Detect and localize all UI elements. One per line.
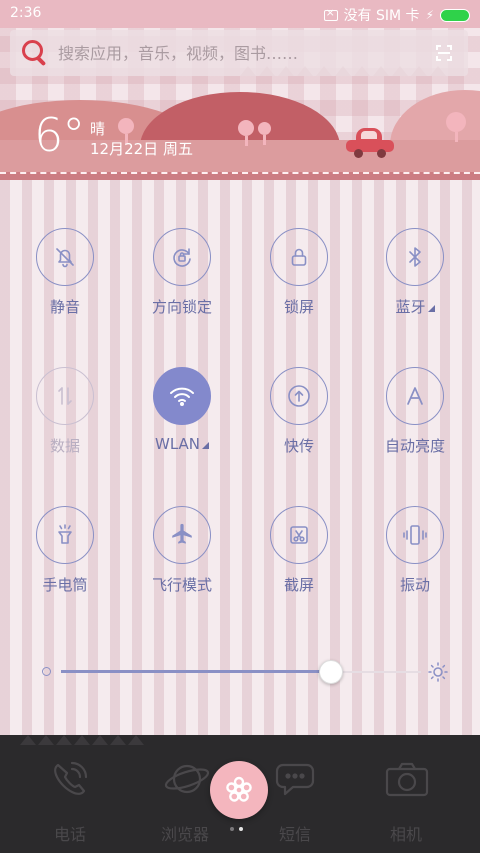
toggle-mobile-data[interactable]: 数据 [10, 367, 120, 477]
weather-date[interactable]: 12月22日 周五 [90, 138, 193, 159]
car-icon [346, 128, 394, 158]
dock-app-browser-label: 浏览器 [160, 825, 209, 844]
tree-icon [238, 120, 254, 146]
brightness-fill [61, 670, 331, 673]
battery-icon [440, 8, 470, 22]
quick-share-icon [270, 367, 328, 425]
toggle-airplane-mode[interactable]: 飞行模式 [127, 506, 237, 616]
mute-bell-icon [36, 228, 94, 286]
auto-brightness-icon [386, 367, 444, 425]
toggle-bluetooth[interactable]: 蓝牙 [360, 228, 470, 338]
dock-app-phone[interactable]: 电话 [30, 755, 110, 845]
scan-icon[interactable] [436, 45, 452, 61]
browser-planet-icon [164, 764, 210, 794]
charging-icon: ⚡ [425, 8, 434, 22]
page-indicator [230, 827, 243, 831]
dock-app-camera[interactable]: 相机 [366, 755, 446, 845]
airplane-icon [153, 506, 211, 564]
lock-icon [270, 228, 328, 286]
toggle-quick-share-label: 快传 [283, 437, 314, 455]
status-time: 2:36 [10, 5, 42, 21]
toggle-wlan-label: WLAN [127, 435, 237, 453]
toggle-quick-share[interactable]: 快传 [244, 367, 354, 477]
dock-app-messages-label: 短信 [278, 825, 311, 844]
toggle-wlan[interactable]: WLAN [127, 367, 237, 477]
dock-app-messages[interactable]: 短信 [255, 755, 335, 845]
decor-road [0, 172, 480, 180]
brightness-slider[interactable] [40, 660, 450, 684]
camera-icon [385, 762, 429, 797]
more-options-triangle-icon [427, 305, 435, 312]
rotation-lock-icon [153, 228, 211, 286]
toggle-vibrate[interactable]: 振动 [360, 506, 470, 616]
toggle-screenshot-label: 截屏 [283, 576, 314, 594]
wifi-icon [153, 367, 211, 425]
dock-app-phone-label: 电话 [53, 825, 86, 844]
toggle-auto-brightness-label: 自动亮度 [384, 437, 445, 455]
weather-condition[interactable]: 晴 [90, 118, 105, 139]
search-bar[interactable] [10, 30, 468, 76]
search-input[interactable] [58, 43, 436, 63]
home-dock: 电话 浏览器 短信 相机 [0, 735, 480, 853]
no-sim-icon [323, 6, 338, 21]
toggle-bluetooth-label: 蓝牙 [360, 296, 470, 317]
decor-triangles [20, 735, 144, 745]
page-dot-active [239, 827, 243, 831]
brightness-low-icon [42, 667, 51, 676]
toggle-flashlight[interactable]: 手电筒 [10, 506, 120, 616]
toggle-mute[interactable]: 静音 [10, 228, 120, 338]
data-arrows-icon [36, 367, 94, 425]
toggle-rotation-lock-label: 方向锁定 [151, 298, 212, 316]
tree-icon [446, 112, 466, 142]
vibrate-icon [386, 506, 444, 564]
weather-temperature[interactable]: 6° [34, 108, 85, 162]
toggle-lock-screen-label: 锁屏 [283, 298, 314, 316]
search-icon[interactable] [20, 38, 50, 68]
toggle-auto-brightness[interactable]: 自动亮度 [360, 367, 470, 477]
tree-icon [258, 122, 271, 145]
status-indicators: 没有 SIM 卡 ⚡ [323, 5, 470, 25]
flashlight-icon [36, 506, 94, 564]
brightness-high-icon [426, 660, 450, 684]
dock-app-camera-label: 相机 [389, 825, 422, 844]
flower-icon [226, 776, 252, 802]
toggle-mobile-data-label: 数据 [49, 437, 80, 455]
more-options-triangle-icon [202, 442, 209, 449]
no-sim-label: 没有 SIM 卡 [343, 8, 420, 24]
toggle-rotation-lock[interactable]: 方向锁定 [127, 228, 237, 338]
bluetooth-icon [386, 228, 444, 286]
toggle-vibrate-label: 振动 [399, 576, 430, 594]
toggle-mute-label: 静音 [49, 298, 80, 316]
toggle-flashlight-label: 手电筒 [42, 576, 88, 594]
toggle-airplane-mode-label: 飞行模式 [151, 576, 212, 594]
toggle-lock-screen[interactable]: 锁屏 [244, 228, 354, 338]
message-icon [275, 763, 315, 796]
page-dot [230, 827, 234, 831]
phone-icon [54, 761, 88, 795]
status-bar: 2:36 没有 SIM 卡 ⚡ [0, 0, 480, 28]
brightness-thumb[interactable] [319, 660, 343, 684]
screenshot-icon [270, 506, 328, 564]
toggle-screenshot[interactable]: 截屏 [244, 506, 354, 616]
